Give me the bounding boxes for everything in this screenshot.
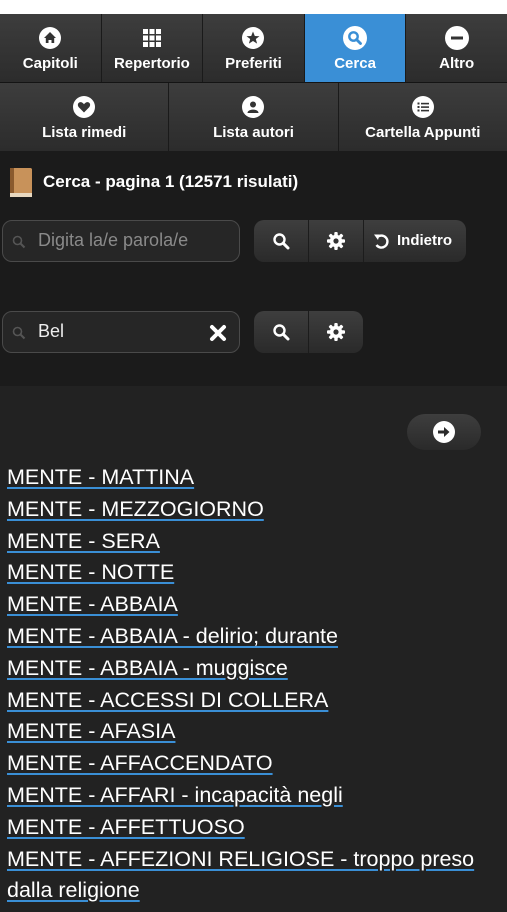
tab-label: Repertorio bbox=[113, 54, 190, 72]
book-icon bbox=[7, 166, 34, 198]
search-toolbar: Indietro bbox=[254, 219, 466, 262]
search-icon bbox=[12, 235, 26, 254]
search-field bbox=[2, 219, 240, 262]
search-icon bbox=[12, 326, 26, 345]
tab-altro[interactable]: Altro bbox=[406, 14, 507, 82]
settings-button[interactable] bbox=[309, 219, 364, 262]
arrow-right-icon bbox=[433, 421, 455, 443]
result-link[interactable]: MENTE - AFFETTUOSO bbox=[7, 812, 499, 844]
filter-toolbar bbox=[254, 310, 363, 353]
search-input[interactable] bbox=[36, 229, 225, 252]
result-link[interactable]: MENTE - ABBAIA bbox=[7, 589, 499, 621]
undo-icon bbox=[374, 233, 389, 249]
status-strip bbox=[0, 0, 507, 14]
search-icon bbox=[343, 25, 368, 51]
result-link[interactable]: MENTE - MATTINA bbox=[7, 462, 499, 494]
result-link[interactable]: MENTE - AFFARI - incapacità negli bbox=[7, 780, 499, 812]
clear-icon[interactable] bbox=[207, 322, 229, 344]
gear-icon bbox=[327, 322, 345, 341]
result-link[interactable]: MENTE - ABBAIA - muggisce bbox=[7, 653, 499, 685]
results-panel: MENTE - MATTINA MENTE - MEZZOGIORNO MENTE … bbox=[0, 386, 507, 912]
search-row-primary: Indietro bbox=[0, 213, 507, 268]
search-icon bbox=[273, 232, 290, 249]
home-icon bbox=[39, 25, 62, 51]
filter-input[interactable] bbox=[36, 320, 225, 343]
secondary-tabbar: Lista rimedi Lista autori Cartella Appun… bbox=[0, 82, 507, 151]
results-list: MENTE - MATTINA MENTE - MEZZOGIORNO MENTE … bbox=[7, 462, 499, 907]
tab-lista-autori[interactable]: Lista autori bbox=[169, 83, 339, 151]
spacer bbox=[0, 359, 507, 386]
tab-repertorio[interactable]: Repertorio bbox=[101, 14, 204, 82]
star-icon bbox=[242, 25, 265, 51]
list-icon bbox=[411, 94, 434, 120]
heart-icon bbox=[73, 94, 96, 120]
tab-cerca[interactable]: Cerca bbox=[304, 14, 407, 82]
next-page-button[interactable] bbox=[407, 414, 481, 450]
result-link[interactable]: MENTE - ACCESSI DI COLLERA bbox=[7, 685, 499, 717]
person-icon bbox=[242, 94, 265, 120]
search-button[interactable] bbox=[254, 219, 309, 262]
tab-label: Cerca bbox=[334, 54, 376, 72]
tab-label: Lista autori bbox=[213, 123, 294, 141]
tab-capitoli[interactable]: Capitoli bbox=[0, 14, 102, 82]
tab-lista-rimedi[interactable]: Lista rimedi bbox=[0, 83, 170, 151]
result-link[interactable]: MENTE - AFFACCENDATO bbox=[7, 748, 499, 780]
tab-label: Preferiti bbox=[225, 54, 282, 72]
search-row-secondary bbox=[0, 304, 507, 359]
search-icon bbox=[273, 323, 290, 340]
filter-field bbox=[2, 310, 240, 353]
result-link[interactable]: MENTE - MEZZOGIORNO bbox=[7, 494, 499, 526]
tab-label: Altro bbox=[439, 54, 475, 72]
tab-preferiti[interactable]: Preferiti bbox=[203, 14, 305, 82]
result-link[interactable]: MENTE - AFASIA bbox=[7, 716, 499, 748]
minus-circle-icon bbox=[444, 25, 469, 51]
back-button[interactable]: Indietro bbox=[364, 220, 466, 262]
grid-icon bbox=[141, 25, 163, 51]
gear-icon bbox=[327, 231, 345, 250]
filter-settings-button[interactable] bbox=[309, 311, 363, 353]
tab-label: Lista rimedi bbox=[42, 123, 127, 141]
result-link[interactable]: MENTE - NOTTE bbox=[7, 557, 499, 589]
result-link[interactable]: MENTE - AFFEZIONI RELIGIOSE - troppo pre… bbox=[7, 844, 499, 908]
back-label: Indietro bbox=[397, 232, 452, 249]
main-tabbar: Capitoli Repertorio Preferiti Cerca Altr… bbox=[0, 14, 507, 82]
tab-label: Cartella Appunti bbox=[365, 123, 481, 141]
page-header: Cerca - pagina 1 (12571 risulati) bbox=[0, 151, 507, 213]
app: Capitoli Repertorio Preferiti Cerca Altr… bbox=[0, 0, 507, 912]
tab-label: Capitoli bbox=[22, 54, 78, 72]
tab-cartella-appunti[interactable]: Cartella Appunti bbox=[338, 83, 507, 151]
result-link[interactable]: MENTE - ABBAIA - delirio; durante bbox=[7, 621, 499, 653]
page-title: Cerca - pagina 1 (12571 risulati) bbox=[43, 172, 299, 191]
result-link[interactable]: MENTE - SERA bbox=[7, 526, 499, 558]
filter-search-button[interactable] bbox=[254, 310, 309, 353]
